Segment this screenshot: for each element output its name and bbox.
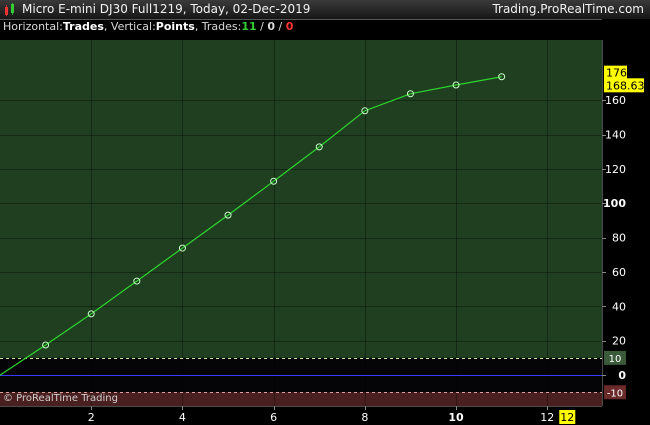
x-tick-label: 2 xyxy=(88,411,95,424)
watermark: © ProRealTime Trading xyxy=(3,393,118,404)
x-tick-label: 12 xyxy=(540,411,554,424)
info-bar: Horizontal:Trades, Vertical:Points, Trad… xyxy=(3,20,294,33)
y-tick-label: 100 xyxy=(603,197,626,210)
upper-reference-badge-label: 10 xyxy=(609,354,622,365)
y-tick-label: 20 xyxy=(612,335,626,348)
candlestick-chart-icon xyxy=(5,3,14,16)
x-tick-label: 10 xyxy=(448,411,464,424)
horizontal-value: Trades xyxy=(63,20,104,33)
trades-separator: / xyxy=(275,20,286,33)
trades-separator: / xyxy=(257,20,268,33)
y-tick-label: 140 xyxy=(605,129,626,142)
y-tick-label: 120 xyxy=(605,163,626,176)
window-title: Micro E-mini DJ30 Full1219, Today, 02-De… xyxy=(22,2,311,16)
value-badge-label: 168.63 xyxy=(606,79,645,92)
trades-winning-count: 11 xyxy=(241,20,256,33)
y-tick-label: 40 xyxy=(612,300,626,313)
trades-losing-count: 0 xyxy=(286,20,294,33)
title-bar: Micro E-mini DJ30 Full1219, Today, 02-De… xyxy=(0,0,650,20)
x-tick-label: 8 xyxy=(361,411,368,424)
lower-reference-badge-label: -10 xyxy=(607,388,623,399)
x-tick-highlight-label: 12 xyxy=(560,411,574,424)
y-tick-label: 60 xyxy=(612,266,626,279)
value-badge-label: 176 xyxy=(606,67,627,80)
x-tick-label: 4 xyxy=(179,411,186,424)
site-name[interactable]: Trading.ProRealTime.com xyxy=(492,2,644,16)
background-zones xyxy=(0,40,602,406)
y-tick-label: 160 xyxy=(605,94,626,107)
vertical-value: Points xyxy=(156,20,195,33)
y-tick-label: 80 xyxy=(612,232,626,245)
equity-curve-chart: 0 20 40 60 80 100 120 140 160 2 4 6 8 10 12 12 10 -10 176… xyxy=(0,19,650,425)
x-tick-label: 6 xyxy=(270,411,277,424)
horizontal-label: Horizontal: xyxy=(3,20,63,33)
vertical-label: , Vertical: xyxy=(104,20,156,33)
y-tick-label: 0 xyxy=(618,369,626,382)
positive-zone xyxy=(0,40,602,358)
trades-label: , Trades: xyxy=(195,20,242,33)
